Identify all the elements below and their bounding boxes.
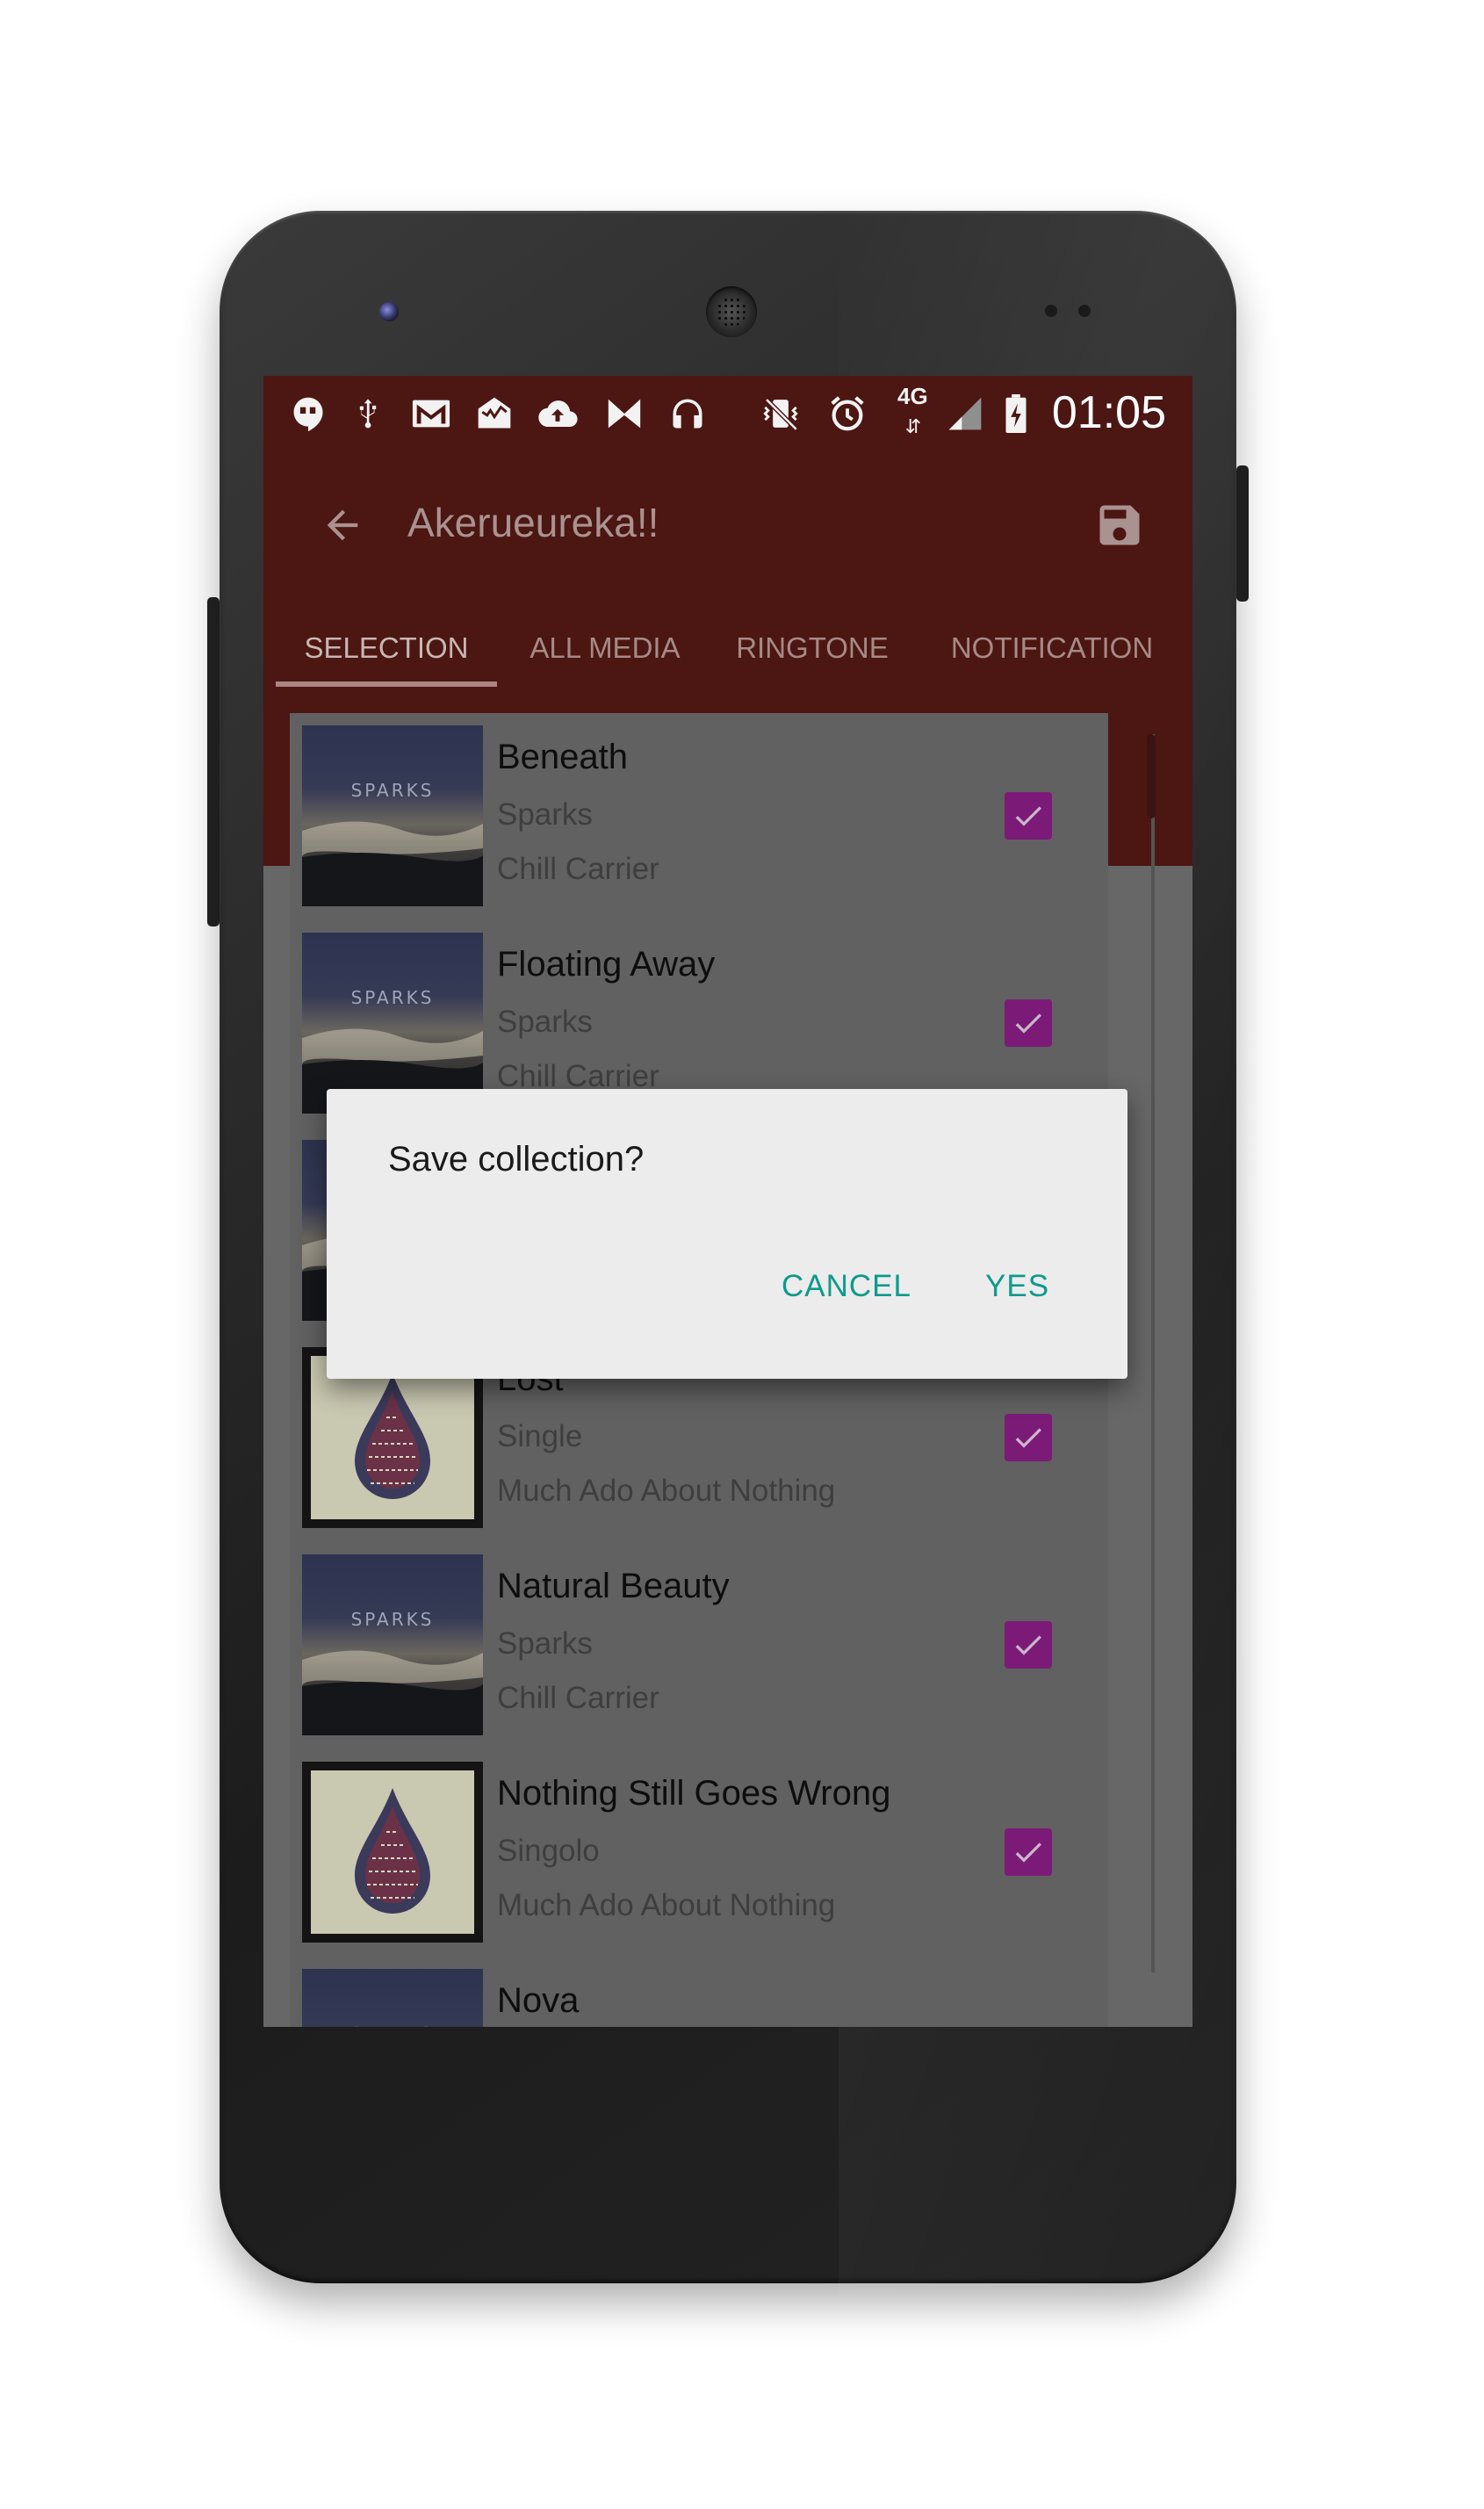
data-arrows-icon: ⇵ bbox=[904, 416, 922, 438]
album-art-image bbox=[302, 1650, 483, 1735]
save-button[interactable] bbox=[1084, 490, 1155, 560]
tab-indicator bbox=[276, 681, 497, 687]
back-arrow-icon bbox=[327, 509, 358, 541]
front-camera bbox=[379, 302, 399, 321]
track-title: Floating Away bbox=[497, 945, 716, 984]
list-item[interactable]: SPARKS Nova bbox=[290, 1957, 1108, 2027]
network-type-label: 4G bbox=[897, 383, 928, 409]
track-album: Chill Carrier bbox=[497, 852, 659, 886]
alarm-icon bbox=[827, 393, 868, 434]
album-art-frame bbox=[311, 1356, 474, 1519]
select-checkbox[interactable] bbox=[1005, 1621, 1052, 1669]
track-album: Much Ado About Nothing bbox=[497, 1474, 836, 1508]
power-button bbox=[1236, 465, 1249, 602]
select-checkbox[interactable] bbox=[1005, 1414, 1052, 1461]
track-album: Chill Carrier bbox=[497, 1681, 659, 1715]
checkmark-icon bbox=[1015, 1635, 1041, 1655]
track-artist: Singolo bbox=[497, 1834, 600, 1868]
cloud-upload-icon bbox=[537, 393, 578, 434]
scrollbar-thumb[interactable] bbox=[1147, 734, 1156, 818]
album-art bbox=[302, 1762, 483, 1943]
track-album: Much Ado About Nothing bbox=[497, 1888, 836, 1922]
yes-button[interactable]: YES bbox=[985, 1251, 1049, 1322]
gmail-icon bbox=[411, 393, 451, 434]
signal-icon bbox=[945, 393, 985, 434]
tab-all-media[interactable]: ALL MEDIA bbox=[497, 615, 713, 711]
select-checkbox[interactable] bbox=[1005, 792, 1052, 840]
album-art-text: SPARKS bbox=[302, 2023, 483, 2027]
drop-word-cloud bbox=[355, 1373, 430, 1499]
album-art-text: SPARKS bbox=[350, 1609, 435, 1630]
tab-selection[interactable]: SELECTION bbox=[276, 615, 497, 711]
album-art-image bbox=[302, 1028, 483, 1114]
tab-ringtone[interactable]: RINGTONE bbox=[713, 615, 911, 711]
track-artist: Sparks bbox=[497, 1626, 593, 1661]
checkmark-icon bbox=[1015, 1428, 1041, 1448]
battery-charging-icon bbox=[996, 393, 1036, 434]
track-title: Nothing Still Goes Wrong bbox=[497, 1774, 891, 1813]
status-bar: 4G ⇵ 01:05 bbox=[263, 376, 1192, 455]
page-title: Akerueureka!! bbox=[407, 500, 659, 545]
headphones-icon bbox=[667, 393, 708, 434]
track-title: Beneath bbox=[497, 738, 629, 776]
save-icon bbox=[1099, 505, 1140, 545]
toolbar: Akerueureka!! bbox=[263, 455, 1192, 595]
list-item[interactable]: SPARKS Natural Beauty Sparks Chill Carrier bbox=[290, 1542, 1108, 1749]
track-title: Nova bbox=[497, 1981, 580, 2020]
checkmark-icon bbox=[1015, 1842, 1041, 1863]
usb-icon bbox=[348, 393, 388, 434]
track-title: Natural Beauty bbox=[497, 1567, 730, 1605]
album-art: SPARKS bbox=[302, 1554, 483, 1735]
album-art-image bbox=[302, 1969, 483, 2027]
album-art-text: SPARKS bbox=[350, 780, 435, 801]
album-art-image bbox=[302, 821, 483, 906]
inbox-icon bbox=[474, 393, 515, 434]
album-art: SPARKS bbox=[302, 725, 483, 906]
checkmark-icon bbox=[1015, 806, 1041, 826]
volume-button bbox=[207, 597, 220, 926]
dialog-message: Save collection? bbox=[388, 1140, 645, 1179]
hangouts-icon bbox=[288, 393, 328, 434]
list-item[interactable]: SPARKS Beneath Sparks Chill Carrier bbox=[290, 713, 1108, 920]
list-item[interactable]: Nothing Still Goes Wrong Singolo Much Ado … bbox=[290, 1749, 1108, 1957]
album-art: SPARKS bbox=[302, 1969, 483, 2027]
cancel-button[interactable]: CANCEL bbox=[782, 1251, 911, 1322]
select-checkbox[interactable] bbox=[1005, 999, 1052, 1047]
album-art-frame bbox=[311, 1770, 474, 1934]
select-checkbox[interactable] bbox=[1005, 1828, 1052, 1876]
back-button[interactable] bbox=[307, 490, 378, 560]
vibrate-icon bbox=[760, 393, 801, 434]
track-artist: Sparks bbox=[497, 797, 593, 832]
tab-notification[interactable]: NOTIFICATION bbox=[911, 615, 1192, 711]
drop-word-cloud bbox=[355, 1788, 430, 1914]
album-art: SPARKS bbox=[302, 933, 483, 1114]
earpiece-speaker bbox=[706, 286, 757, 337]
save-collection-dialog: Save collection? CANCEL YES bbox=[327, 1089, 1127, 1379]
clock-time: 01:05 bbox=[1051, 387, 1166, 438]
album-art-text: SPARKS bbox=[350, 987, 435, 1008]
track-artist: Sparks bbox=[497, 1005, 593, 1039]
tab-bar: SELECTION ALL MEDIA RINGTONE NOTIFICATIO… bbox=[263, 595, 1192, 711]
checkmark-icon bbox=[1015, 1013, 1041, 1034]
scrollbar-track[interactable] bbox=[1151, 734, 1155, 1972]
mail-inbox-icon bbox=[604, 393, 645, 434]
proximity-sensor bbox=[1045, 305, 1057, 317]
track-artist: Single bbox=[497, 1419, 583, 1453]
light-sensor bbox=[1078, 305, 1091, 317]
